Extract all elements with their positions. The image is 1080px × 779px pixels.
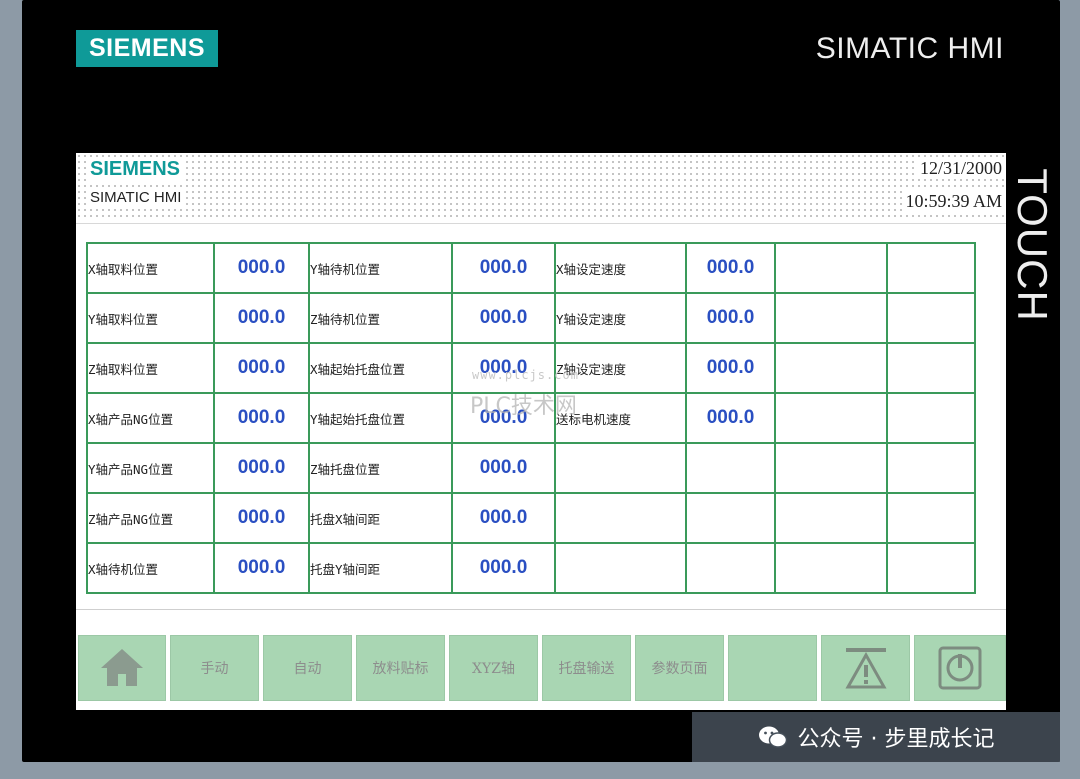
warning-icon	[844, 648, 887, 689]
value-field[interactable]: 000.0	[213, 342, 310, 394]
parameter-label: X轴起始托盘位置	[308, 342, 453, 394]
screen-subtitle: SIMATIC HMI	[88, 189, 184, 206]
empty-cell	[774, 242, 888, 294]
value-field[interactable]: 000.0	[213, 492, 310, 544]
nav-button-manual[interactable]: 手动	[170, 635, 259, 701]
parameter-label: X轴产品NG位置	[86, 392, 215, 444]
home-icon	[101, 649, 143, 686]
empty-cell	[774, 342, 888, 394]
hmi-screen: SIEMENS SIMATIC HMI 12/31/2000 10:59:39 …	[76, 153, 1006, 710]
screen-header: SIEMENS SIMATIC HMI 12/31/2000 10:59:39 …	[76, 153, 1006, 217]
empty-cell	[886, 542, 976, 594]
parameter-label: Z轴取料位置	[86, 342, 215, 394]
device-model-label: SIMATIC HMI	[815, 32, 1004, 65]
parameter-label: X轴待机位置	[86, 542, 215, 594]
value-field[interactable]: 000.0	[685, 242, 776, 294]
parameter-label: Y轴取料位置	[86, 292, 215, 344]
watermark-site-url: www.plcjs.com	[472, 368, 579, 382]
nav-button-parameters[interactable]: 参数页面	[635, 635, 724, 701]
value-field	[685, 492, 776, 544]
wechat-account-label: 公众号 · 步里成长记	[797, 727, 995, 752]
wechat-watermark: 公众号 · 步里成长记	[692, 712, 1060, 762]
nav-button-xyz[interactable]: XYZ轴	[449, 635, 538, 701]
value-field	[685, 542, 776, 594]
parameter-label: Z轴产品NG位置	[86, 492, 215, 544]
nav-button-empty[interactable]	[728, 635, 817, 701]
empty-cell	[774, 292, 888, 344]
parameter-label: X轴取料位置	[86, 242, 215, 294]
value-field[interactable]: 000.0	[451, 442, 556, 494]
nav-bar: 手动 自动 放料贴标 XYZ轴 托盘输送 参数页面	[78, 635, 1006, 703]
value-field[interactable]: 000.0	[213, 242, 310, 294]
empty-cell	[886, 442, 976, 494]
date-display: 12/31/2000	[917, 158, 1004, 179]
value-field	[685, 442, 776, 494]
parameter-label: 托盘Y轴间距	[308, 542, 453, 594]
value-field[interactable]: 000.0	[213, 542, 310, 594]
value-field[interactable]: 000.0	[685, 342, 776, 394]
table-row: Y轴取料位置 000.0 Z轴待机位置 000.0 Y轴设定速度 000.0	[86, 292, 976, 344]
touch-label: TOUCH	[1006, 155, 1058, 335]
footer-divider	[76, 609, 1006, 610]
empty-cell	[554, 542, 687, 594]
value-field[interactable]: 000.0	[213, 392, 310, 444]
nav-button-label-feed[interactable]: 放料贴标	[356, 635, 445, 701]
value-field[interactable]: 000.0	[213, 442, 310, 494]
parameter-label: Y轴设定速度	[554, 292, 687, 344]
empty-cell	[774, 542, 888, 594]
value-field[interactable]: 000.0	[451, 242, 556, 294]
empty-cell	[886, 392, 976, 444]
parameter-label: Y轴产品NG位置	[86, 442, 215, 494]
empty-cell	[774, 442, 888, 494]
header-divider	[76, 223, 1006, 224]
empty-cell	[886, 242, 976, 294]
parameter-label: Z轴托盘位置	[308, 442, 453, 494]
nav-button-auto[interactable]: 自动	[263, 635, 352, 701]
home-button[interactable]	[78, 635, 166, 701]
empty-cell	[774, 392, 888, 444]
parameter-label: Y轴起始托盘位置	[308, 392, 453, 444]
value-field[interactable]: 000.0	[685, 292, 776, 344]
power-icon	[938, 646, 982, 690]
parameter-label: Z轴待机位置	[308, 292, 453, 344]
empty-cell	[886, 292, 976, 344]
power-button[interactable]	[914, 635, 1006, 701]
alarm-button[interactable]	[821, 635, 910, 701]
empty-cell	[554, 492, 687, 544]
value-field[interactable]: 000.0	[451, 292, 556, 344]
value-field[interactable]: 000.0	[451, 542, 556, 594]
value-field[interactable]: 000.0	[451, 492, 556, 544]
empty-cell	[554, 442, 687, 494]
empty-cell	[886, 492, 976, 544]
nav-button-tray-conveyor[interactable]: 托盘输送	[542, 635, 631, 701]
wechat-icon	[758, 726, 787, 748]
table-row: Z轴产品NG位置 000.0 托盘X轴间距 000.0	[86, 492, 976, 544]
table-row: X轴取料位置 000.0 Y轴待机位置 000.0 X轴设定速度 000.0	[86, 242, 976, 294]
value-field[interactable]: 000.0	[213, 292, 310, 344]
value-field[interactable]: 000.0	[685, 392, 776, 444]
watermark-site-name: PLC技术网	[470, 394, 577, 419]
siemens-logo: SIEMENS	[76, 30, 218, 67]
table-row: X轴待机位置 000.0 托盘Y轴间距 000.0	[86, 542, 976, 594]
parameter-label: 托盘X轴间距	[308, 492, 453, 544]
parameter-label: Y轴待机位置	[308, 242, 453, 294]
empty-cell	[774, 492, 888, 544]
parameter-label: X轴设定速度	[554, 242, 687, 294]
screen-logo: SIEMENS	[88, 158, 183, 181]
time-display: 10:59:39 AM	[903, 191, 1004, 212]
empty-cell	[886, 342, 976, 394]
table-row: Y轴产品NG位置 000.0 Z轴托盘位置 000.0	[86, 442, 976, 494]
